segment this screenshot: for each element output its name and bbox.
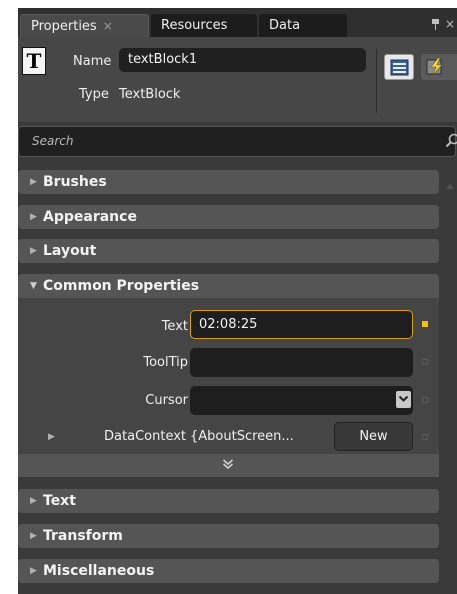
category-label: Miscellaneous: [43, 563, 155, 579]
search-input[interactable]: Search: [32, 134, 74, 148]
datacontext-value: {AboutScreen...: [190, 429, 294, 444]
chevron-down-icon[interactable]: [396, 391, 411, 408]
cursor-property-label: Cursor: [145, 393, 188, 408]
show-advanced-properties-button[interactable]: [18, 454, 439, 477]
tooltip-property-input[interactable]: [190, 348, 413, 377]
category-label: Brushes: [43, 174, 107, 190]
collapsed-arrow-icon: ▶: [30, 246, 37, 256]
tab-resources[interactable]: Resources: [151, 14, 257, 37]
category-layout[interactable]: ▶ Layout: [18, 239, 439, 263]
expanded-arrow-icon: ▼: [30, 281, 37, 291]
category-label: Layout: [43, 243, 97, 259]
pin-icon[interactable]: [432, 19, 439, 30]
category-label: Text: [43, 493, 76, 509]
events-view-button[interactable]: [421, 54, 457, 80]
collapsed-arrow-icon: ▶: [30, 531, 37, 541]
collapsed-arrow-icon: ▶: [30, 177, 37, 187]
tab-label: Resources: [161, 18, 228, 33]
category-text[interactable]: ▶ Text: [18, 489, 439, 513]
header-divider: [376, 49, 377, 113]
advanced-options-marker[interactable]: [422, 321, 428, 327]
close-panel-icon[interactable]: ×: [445, 17, 455, 31]
tab-properties[interactable]: Properties ×: [20, 14, 149, 37]
textblock-type-icon: T: [22, 47, 46, 75]
name-label: Name: [73, 54, 112, 69]
tab-strip: Properties × Resources Data ×: [18, 8, 457, 37]
category-transform[interactable]: ▶ Transform: [18, 524, 439, 548]
text-property-input[interactable]: 02:08:25: [190, 310, 413, 339]
category-miscellaneous[interactable]: ▶ Miscellaneous: [18, 559, 439, 583]
advanced-options-marker[interactable]: [422, 359, 428, 365]
new-datacontext-button[interactable]: New: [334, 422, 413, 451]
datacontext-property-label: DataContext: [104, 429, 186, 444]
name-input[interactable]: textBlock1: [119, 48, 366, 72]
properties-view-icon: [390, 59, 409, 76]
category-common-properties: ▼ Common Properties Text 02:08:25 ToolTi…: [18, 274, 439, 454]
tooltip-property-label: ToolTip: [143, 355, 188, 370]
cursor-property-dropdown[interactable]: [190, 386, 413, 415]
category-label: Appearance: [43, 209, 137, 225]
tab-label: Properties: [31, 19, 97, 34]
common-properties-header[interactable]: ▼ Common Properties: [18, 274, 439, 298]
tab-label: Data: [269, 18, 301, 33]
lightning-bolt-icon: [426, 58, 443, 76]
collapsed-arrow-icon: ▶: [30, 212, 37, 222]
search-icon[interactable]: [445, 133, 457, 149]
properties-view-button[interactable]: [384, 54, 414, 80]
advanced-options-marker[interactable]: [422, 434, 428, 440]
type-label: Type: [79, 87, 109, 102]
category-brushes[interactable]: ▶ Brushes: [18, 170, 439, 194]
properties-panel: Properties × Resources Data × T Name text…: [18, 8, 457, 594]
collapsed-arrow-icon: ▶: [30, 496, 37, 506]
category-label: Transform: [43, 528, 123, 544]
search-box[interactable]: Search: [18, 126, 457, 157]
tab-data[interactable]: Data: [259, 14, 347, 37]
type-value: TextBlock: [119, 87, 181, 102]
scroll-up-arrow[interactable]: [446, 184, 454, 189]
category-appearance[interactable]: ▶ Appearance: [18, 205, 439, 229]
double-chevron-down-icon: [222, 459, 234, 469]
collapsed-arrow-icon: ▶: [30, 566, 37, 576]
advanced-options-marker[interactable]: [422, 397, 428, 403]
element-header: T Name textBlock1 Type TextBlock: [18, 37, 457, 122]
text-property-label: Text: [161, 319, 188, 334]
category-label: Common Properties: [43, 278, 200, 294]
close-icon[interactable]: ×: [103, 19, 113, 33]
